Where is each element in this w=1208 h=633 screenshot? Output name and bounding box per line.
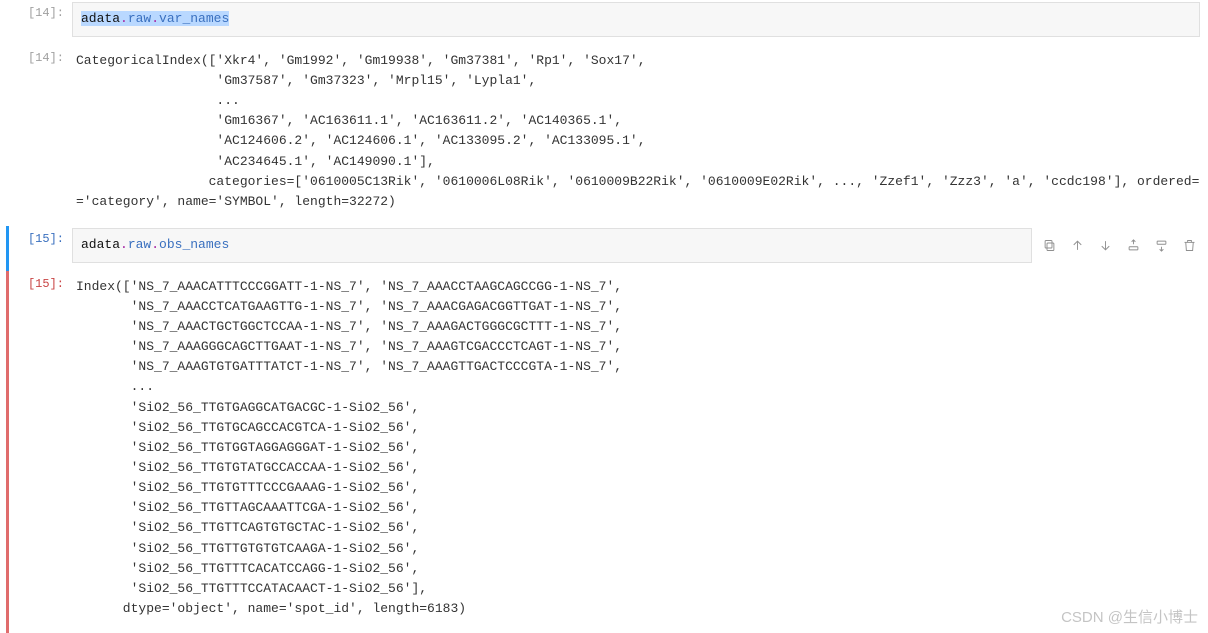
copy-icon[interactable] — [1040, 236, 1058, 254]
code-cell-14: [14]: adata.raw.var_names — [6, 0, 1208, 45]
tok-adata: adata — [81, 11, 120, 26]
tok-raw: raw — [128, 11, 151, 26]
input-prompt-15: [15]: — [6, 228, 72, 263]
tok-raw: raw — [128, 237, 151, 252]
code-cell-15: [15]: adata.raw.obs_names — [6, 226, 1208, 271]
tok-dot: . — [151, 11, 159, 26]
tok-dot: . — [120, 11, 128, 26]
output-text-15: Index(['NS_7_AAACATTTCCCGGATT-1-NS_7', '… — [72, 273, 1200, 625]
output-cell-15: [15]: Index(['NS_7_AAACATTTCCCGGATT-1-NS… — [6, 271, 1208, 633]
code-input-14[interactable]: adata.raw.var_names — [72, 2, 1200, 37]
input-prompt-14: [14]: — [6, 2, 72, 37]
output-cell-14: [14]: CategoricalIndex(['Xkr4', 'Gm1992'… — [6, 45, 1208, 226]
tok-obs-names: obs_names — [159, 237, 229, 252]
arrow-down-icon[interactable] — [1096, 236, 1114, 254]
output-text-14: CategoricalIndex(['Xkr4', 'Gm1992', 'Gm1… — [72, 47, 1200, 218]
output-prompt-14: [14]: — [6, 47, 72, 218]
tok-adata: adata — [81, 237, 120, 252]
output-prompt-15: [15]: — [6, 273, 72, 625]
tok-var-names: var_names — [159, 11, 229, 26]
insert-below-icon[interactable] — [1152, 236, 1170, 254]
code-input-15[interactable]: adata.raw.obs_names — [72, 228, 1032, 263]
tok-dot: . — [120, 237, 128, 252]
tok-dot: . — [151, 237, 159, 252]
cell-toolbar — [1040, 228, 1208, 263]
arrow-up-icon[interactable] — [1068, 236, 1086, 254]
insert-above-icon[interactable] — [1124, 236, 1142, 254]
trash-icon[interactable] — [1180, 236, 1198, 254]
